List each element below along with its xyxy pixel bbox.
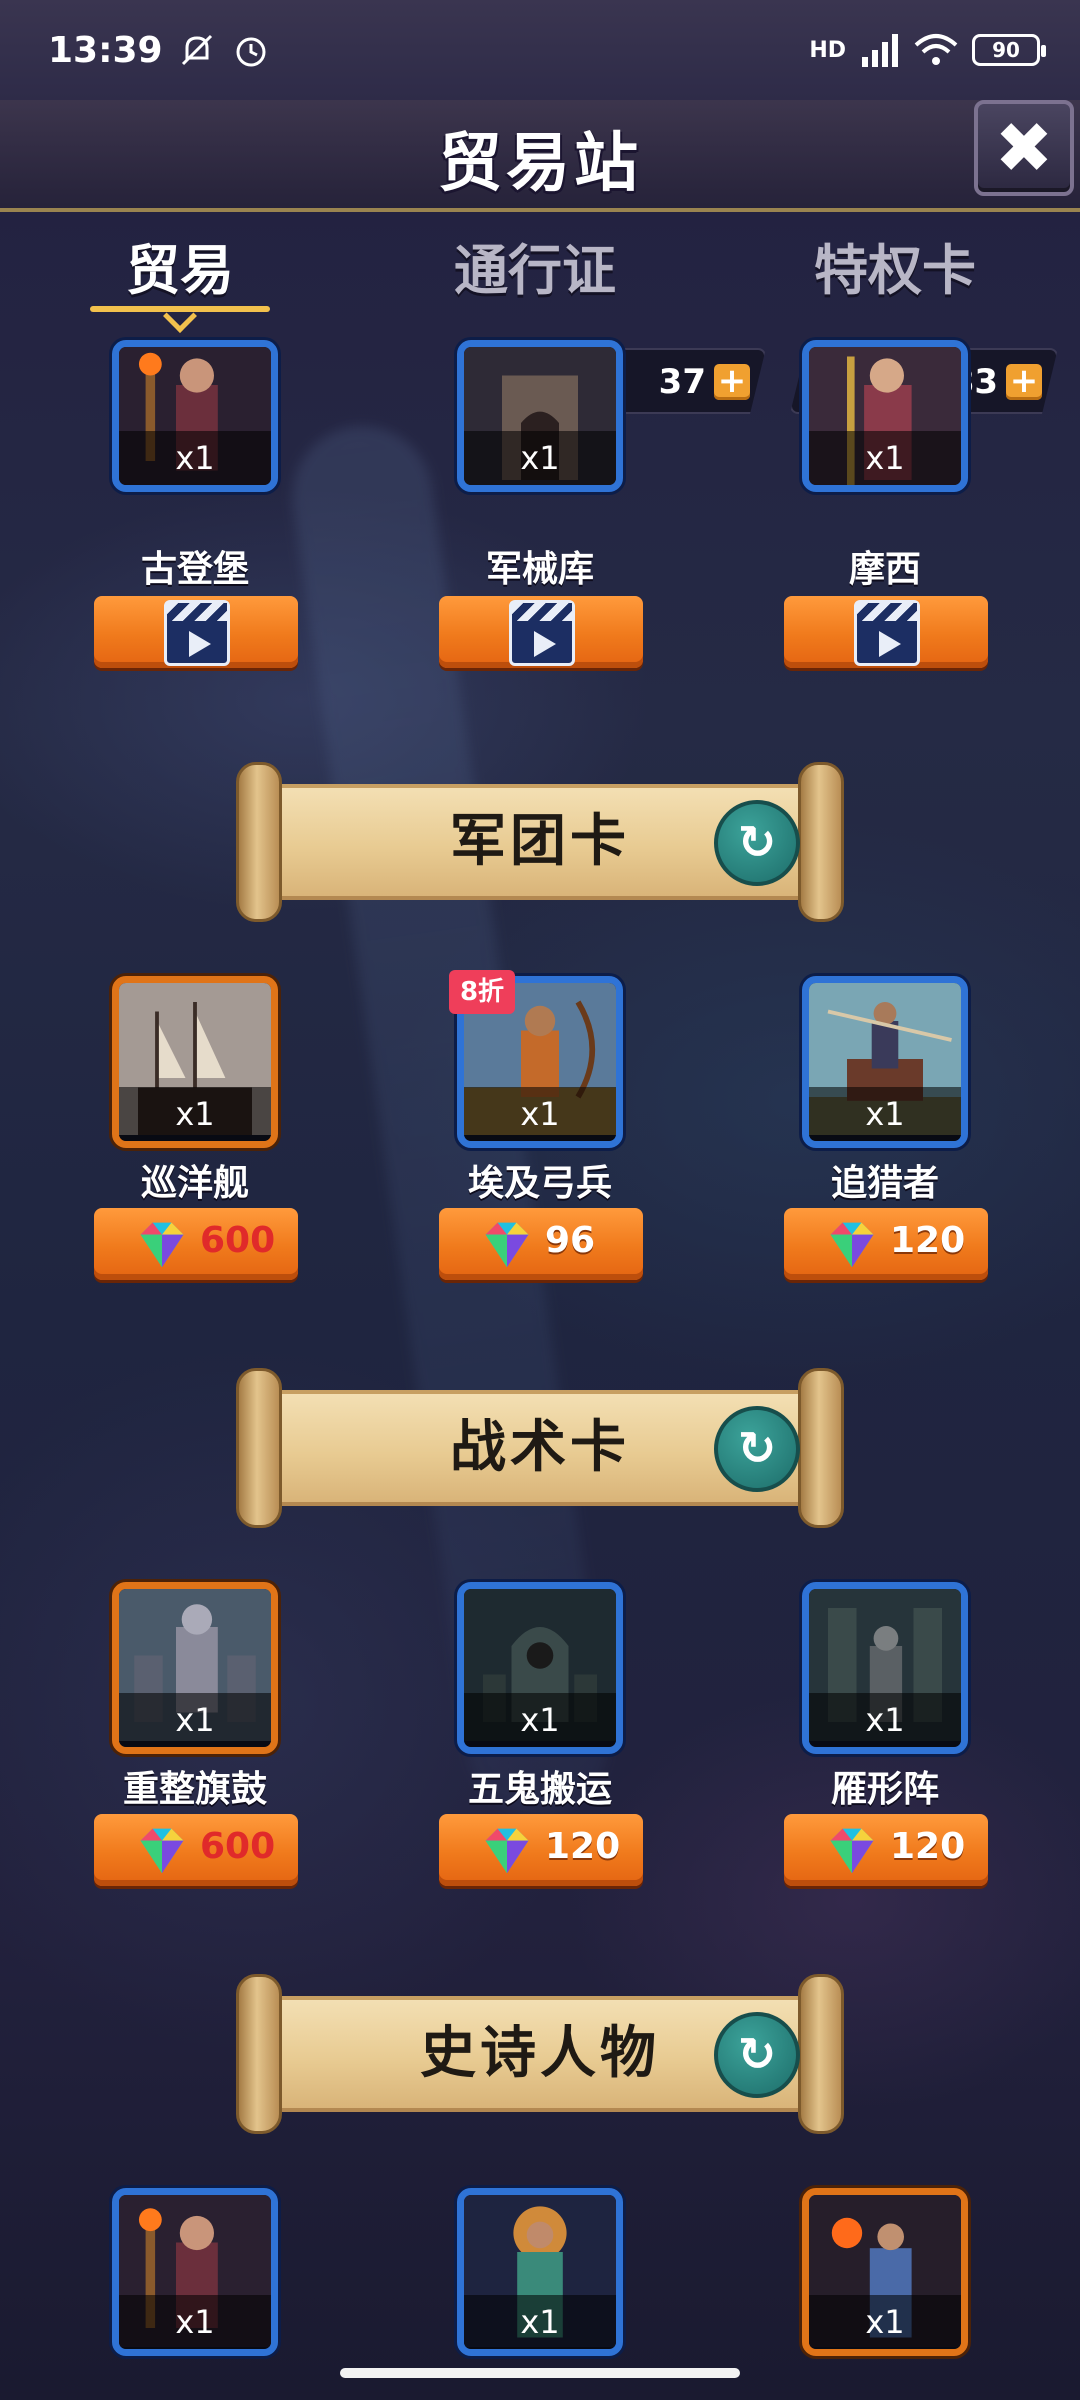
item-portrait: x1 (802, 1582, 968, 1754)
price-label: 120 (545, 1826, 621, 1867)
item-name: 古登堡 (140, 549, 249, 590)
item-quantity: x1 (809, 1087, 961, 1141)
watch-video-button[interactable] (784, 596, 988, 668)
watch-video-button[interactable] (94, 596, 298, 668)
item-name: 五鬼搬运 (467, 1769, 612, 1810)
alarm-icon (236, 37, 266, 67)
home-indicator[interactable] (340, 2368, 740, 2378)
item-portrait: x1 (112, 1582, 278, 1754)
item-name: 巡洋舰 (140, 1163, 249, 1204)
item-name: 埃及弓兵 (467, 1163, 612, 1204)
wifi-icon (914, 34, 958, 65)
tab-pass[interactable]: 通行证 (405, 226, 665, 305)
buy-button[interactable]: 600 (94, 1208, 298, 1280)
mute-icon (181, 34, 212, 66)
refresh-button[interactable]: ↻ (714, 1406, 800, 1492)
item-quantity: x1 (464, 2295, 616, 2349)
gem-icon (485, 1222, 529, 1268)
item-portrait: x1 (112, 2188, 278, 2356)
battery-indicator: 90 (972, 34, 1046, 66)
discount-badge: 8折 (449, 970, 515, 1014)
add-emblem-button[interactable]: + (714, 364, 750, 400)
item-quantity: x1 (464, 1087, 616, 1141)
price-label: 96 (545, 1220, 596, 1261)
buy-button[interactable]: 120 (439, 1814, 643, 1886)
gem-icon (485, 1828, 529, 1874)
section-banner-epic-heroes: 史诗人物 ↻ (236, 1974, 844, 2134)
refresh-button[interactable]: ↻ (714, 2012, 800, 2098)
video-icon (164, 600, 230, 666)
signal-icon (862, 34, 898, 67)
add-gem-button[interactable]: + (1006, 364, 1042, 400)
item-quantity: x1 (119, 1087, 271, 1141)
item-name: 重整旗鼓 (122, 1769, 267, 1810)
section-banner-tactics: 战术卡 ↻ (236, 1368, 844, 1528)
item-name: 追猎者 (830, 1163, 939, 1204)
item-name: 摩西 (848, 549, 921, 590)
item-quantity: x1 (119, 1693, 271, 1747)
gem-icon (140, 1828, 184, 1874)
emblem-count: 37 (658, 362, 706, 402)
item-name: 雁形阵 (830, 1769, 939, 1810)
close-button[interactable]: ✖ (974, 100, 1074, 196)
item-quantity: x1 (464, 1693, 616, 1747)
network-label: HD (809, 37, 846, 63)
buy-button[interactable]: 120 (784, 1208, 988, 1280)
item-portrait: x1 (112, 340, 278, 492)
item-portrait: x1 (457, 2188, 623, 2356)
gem-icon (140, 1222, 184, 1268)
page-title: 贸易站 (438, 127, 642, 201)
gem-icon (830, 1222, 874, 1268)
tab-privilege-card[interactable]: 特权卡 (765, 226, 1025, 305)
item-quantity: x1 (809, 1693, 961, 1747)
video-icon (509, 600, 575, 666)
item-portrait: x1 (457, 340, 623, 492)
item-portrait: x1 (112, 976, 278, 1148)
item-quantity: x1 (809, 431, 961, 485)
watch-video-button[interactable] (439, 596, 643, 668)
header-bar: 贸易站 ✖ (0, 100, 1080, 212)
item-portrait: x1 (802, 976, 968, 1148)
item-quantity: x1 (119, 431, 271, 485)
item-name: 军械库 (485, 549, 594, 590)
status-bar: 13:39 HD 90 (0, 0, 1080, 100)
tab-trade[interactable]: 贸易 (50, 226, 310, 305)
buy-button[interactable]: 600 (94, 1814, 298, 1886)
refresh-button[interactable]: ↻ (714, 800, 800, 886)
price-label: 120 (890, 1826, 966, 1867)
item-portrait: x1 (457, 1582, 623, 1754)
item-quantity: x1 (119, 2295, 271, 2349)
price-label: 120 (890, 1220, 966, 1261)
section-banner-legion: 军团卡 ↻ (236, 762, 844, 922)
price-label: 600 (200, 1826, 276, 1867)
status-time: 13:39 (48, 29, 163, 71)
tab-bar: 贸易 通行证 特权卡 (0, 226, 1080, 333)
gem-icon (830, 1828, 874, 1874)
item-quantity: x1 (809, 2295, 961, 2349)
video-icon (854, 600, 920, 666)
item-quantity: x1 (464, 431, 616, 485)
buy-button[interactable]: 96 (439, 1208, 643, 1280)
battery-level: 90 (992, 38, 1020, 62)
item-portrait: x1 (802, 2188, 968, 2356)
price-label: 600 (200, 1220, 276, 1261)
item-portrait: x1 (802, 340, 968, 492)
buy-button[interactable]: 120 (784, 1814, 988, 1886)
